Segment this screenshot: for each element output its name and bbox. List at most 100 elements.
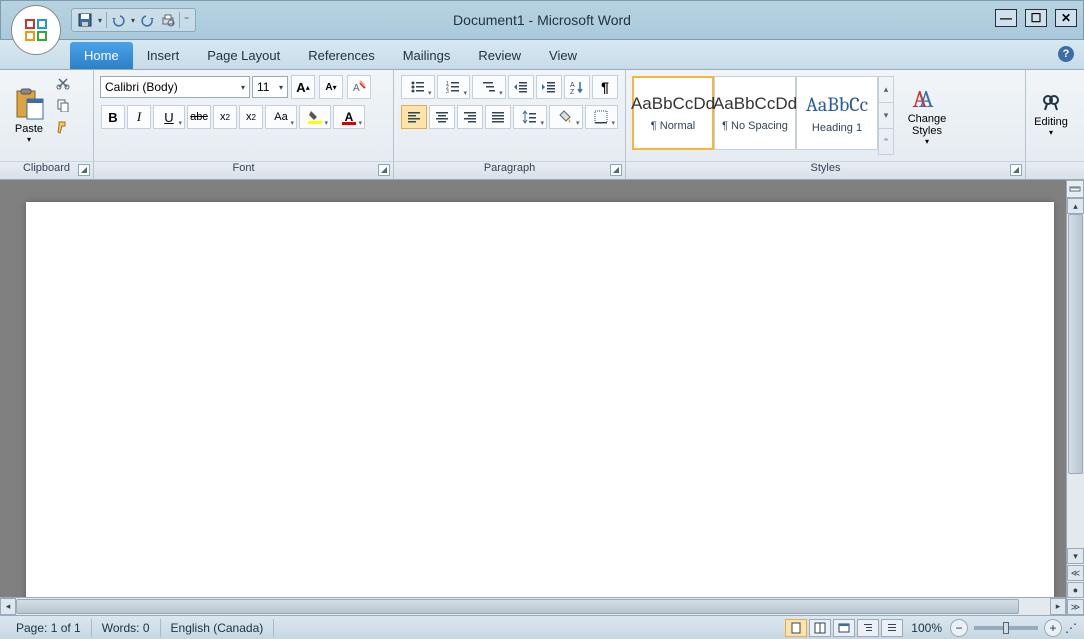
scroll-thumb[interactable] — [1068, 214, 1083, 474]
prev-page-icon[interactable]: ≪ — [1067, 565, 1084, 581]
scroll-down-icon[interactable]: ▾ — [1067, 548, 1084, 564]
group-label-styles: Styles◢ — [626, 161, 1025, 179]
font-color-button[interactable]: A — [333, 105, 365, 129]
tab-references[interactable]: References — [294, 42, 388, 69]
separator — [179, 12, 180, 28]
editing-button[interactable]: Editing ▾ — [1026, 70, 1076, 161]
status-bar: Page: 1 of 1 Words: 0 English (Canada) 1… — [0, 615, 1084, 639]
tab-page-layout[interactable]: Page Layout — [193, 42, 294, 69]
styles-scroll-down-icon[interactable]: ▾ — [879, 103, 893, 129]
tab-home[interactable]: Home — [70, 42, 133, 69]
align-left-button[interactable] — [401, 105, 427, 129]
scroll-right-icon[interactable]: ▸ — [1050, 598, 1066, 615]
font-size-combo[interactable]: 11▾ — [252, 76, 288, 98]
scroll-track[interactable] — [1067, 214, 1084, 548]
highlight-button[interactable] — [299, 105, 331, 129]
grow-font-icon[interactable]: A▴ — [291, 75, 315, 99]
italic-button[interactable]: I — [127, 105, 151, 129]
minimize-button[interactable]: — — [995, 9, 1017, 27]
tab-insert[interactable]: Insert — [133, 42, 194, 69]
styles-dialog-launcher[interactable]: ◢ — [1010, 164, 1022, 176]
clipboard-dialog-launcher[interactable]: ◢ — [78, 164, 90, 176]
sort-button[interactable]: AZ — [564, 75, 590, 99]
help-icon[interactable]: ? — [1058, 46, 1074, 62]
change-case-button[interactable]: Aa — [265, 105, 297, 129]
format-painter-icon[interactable] — [54, 118, 72, 136]
view-web-layout-icon[interactable] — [833, 619, 855, 637]
maximize-button[interactable]: ☐ — [1025, 9, 1047, 27]
qat-customize-icon[interactable]: ⁼ — [182, 15, 191, 26]
group-paragraph: 123 AZ ¶ Paragraph◢ — [394, 70, 626, 179]
group-label-editing — [1026, 161, 1084, 179]
print-preview-icon[interactable] — [159, 11, 177, 29]
zoom-out-button[interactable]: − — [950, 619, 968, 637]
undo-icon[interactable] — [109, 11, 127, 29]
zoom-slider[interactable] — [974, 626, 1038, 630]
clear-formatting-icon[interactable]: A — [347, 75, 371, 99]
group-label-paragraph: Paragraph◢ — [394, 161, 625, 179]
align-right-button[interactable] — [457, 105, 483, 129]
increase-indent-button[interactable] — [536, 75, 562, 99]
horizontal-scrollbar[interactable]: ◂ ▸ — [0, 597, 1066, 615]
hscroll-track[interactable] — [16, 598, 1050, 615]
ruler-toggle-icon[interactable] — [1066, 180, 1084, 198]
scroll-up-icon[interactable]: ▴ — [1067, 198, 1084, 214]
save-icon[interactable] — [76, 11, 94, 29]
bold-button[interactable]: B — [101, 105, 125, 129]
shrink-font-icon[interactable]: A▾ — [319, 75, 343, 99]
office-button[interactable] — [11, 5, 61, 55]
undo-dropdown-icon[interactable]: ▾ — [129, 16, 137, 25]
numbering-button[interactable]: 123 — [437, 75, 471, 99]
view-print-layout-icon[interactable] — [785, 619, 807, 637]
justify-button[interactable] — [485, 105, 511, 129]
change-styles-button[interactable]: AA Change Styles ▾ — [900, 74, 954, 157]
paragraph-dialog-launcher[interactable]: ◢ — [610, 164, 622, 176]
close-button[interactable]: ✕ — [1055, 9, 1077, 27]
subscript-button[interactable]: x2 — [213, 105, 237, 129]
next-page-icon[interactable]: ≫ — [1067, 599, 1084, 615]
style-normal[interactable]: AaBbCcDd ¶ Normal — [632, 76, 714, 150]
save-dropdown-icon[interactable]: ▾ — [96, 16, 104, 25]
show-hide-button[interactable]: ¶ — [592, 75, 618, 99]
underline-button[interactable]: U — [153, 105, 185, 129]
status-language[interactable]: English (Canada) — [161, 619, 275, 637]
strikethrough-button[interactable]: abc — [187, 105, 211, 129]
view-full-screen-icon[interactable] — [809, 619, 831, 637]
superscript-button[interactable]: x2 — [239, 105, 263, 129]
paste-button[interactable]: Paste ▾ — [6, 74, 52, 157]
group-clipboard: Paste ▾ Clipboard◢ — [0, 70, 94, 179]
view-outline-icon[interactable] — [857, 619, 879, 637]
shading-button[interactable] — [549, 105, 583, 129]
tab-review[interactable]: Review — [464, 42, 535, 69]
line-spacing-button[interactable] — [513, 105, 547, 129]
zoom-slider-handle[interactable] — [1003, 622, 1009, 634]
tab-view[interactable]: View — [535, 42, 591, 69]
view-draft-icon[interactable] — [881, 619, 903, 637]
decrease-indent-button[interactable] — [508, 75, 534, 99]
multilevel-list-button[interactable] — [472, 75, 506, 99]
zoom-level[interactable]: 100% — [905, 621, 948, 635]
cut-icon[interactable] — [54, 74, 72, 92]
style-heading-1[interactable]: AaBbCc Heading 1 — [796, 76, 878, 150]
redo-icon[interactable] — [139, 11, 157, 29]
group-editing: Editing ▾ — [1026, 70, 1084, 179]
font-name-combo[interactable]: Calibri (Body)▾ — [100, 76, 250, 98]
borders-button[interactable] — [585, 105, 619, 129]
styles-expand-icon[interactable]: ⁼ — [879, 129, 893, 154]
bullets-button[interactable] — [401, 75, 435, 99]
font-dialog-launcher[interactable]: ◢ — [378, 164, 390, 176]
document-page[interactable] — [26, 202, 1054, 615]
vertical-scrollbar[interactable]: ▴ ▾ ≪ ● ≫ — [1066, 198, 1084, 615]
copy-icon[interactable] — [54, 96, 72, 114]
styles-scroll-up-icon[interactable]: ▴ — [879, 77, 893, 103]
style-no-spacing[interactable]: AaBbCcDd ¶ No Spacing — [714, 76, 796, 150]
align-center-button[interactable] — [429, 105, 455, 129]
hscroll-thumb[interactable] — [16, 599, 1019, 614]
zoom-in-button[interactable]: + — [1044, 619, 1062, 637]
status-page[interactable]: Page: 1 of 1 — [6, 619, 92, 637]
browse-object-icon[interactable]: ● — [1067, 582, 1084, 598]
scroll-left-icon[interactable]: ◂ — [0, 598, 16, 615]
status-words[interactable]: Words: 0 — [92, 619, 161, 637]
resize-grip-icon[interactable]: ⋰ — [1064, 621, 1078, 635]
tab-mailings[interactable]: Mailings — [389, 42, 465, 69]
